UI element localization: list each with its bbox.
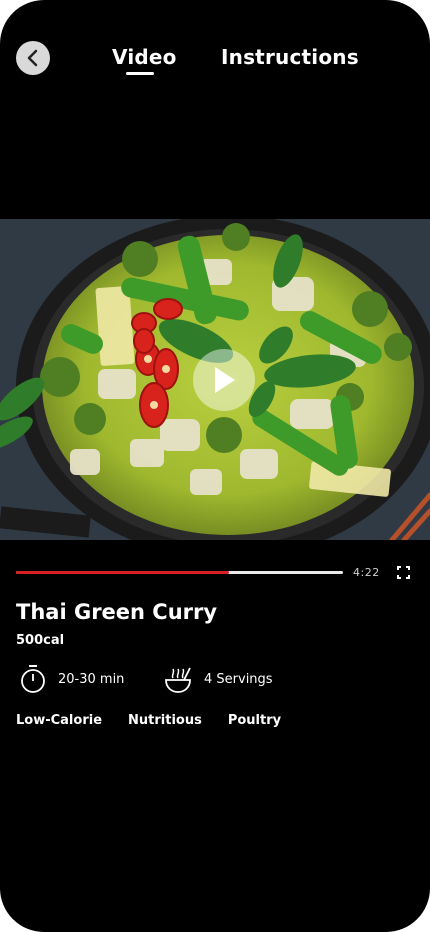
stopwatch-icon: [21, 665, 45, 693]
back-button[interactable]: [16, 41, 50, 75]
bowl-icon: [165, 667, 191, 693]
servings-label: 4 Servings: [204, 671, 273, 687]
recipe-calories: 500cal: [16, 633, 65, 648]
tag-poultry[interactable]: Poultry: [228, 713, 281, 728]
tab-instructions[interactable]: Instructions: [221, 45, 359, 69]
video-progress-fill: [16, 571, 229, 574]
play-icon: [215, 367, 235, 393]
servings: 4 Servings: [164, 664, 273, 694]
tag-low-calorie[interactable]: Low-Calorie: [16, 713, 102, 728]
tag-nutritious[interactable]: Nutritious: [128, 713, 202, 728]
fullscreen-icon[interactable]: [397, 566, 410, 579]
play-button[interactable]: [193, 349, 255, 411]
phone-screen: Video Instructions 4:22 Thai Green Curry…: [0, 0, 430, 932]
video-progress-bar[interactable]: [16, 571, 343, 574]
video-duration: 4:22: [353, 566, 380, 579]
cook-time: 20-30 min: [20, 664, 124, 694]
recipe-tags: Low-Calorie Nutritious Poultry: [16, 713, 307, 728]
active-tab-indicator: [126, 72, 154, 75]
tab-video[interactable]: Video: [112, 45, 177, 69]
chevron-left-icon: [27, 49, 38, 67]
cook-time-label: 20-30 min: [58, 671, 125, 687]
recipe-title: Thai Green Curry: [16, 600, 218, 624]
